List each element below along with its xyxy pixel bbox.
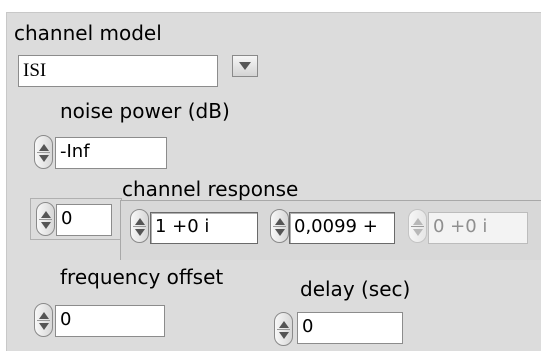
increment-arrow-icon xyxy=(39,312,49,319)
noise-power-input[interactable]: -Inf xyxy=(55,137,167,169)
channel-response-element-3: 0 +0 i xyxy=(428,212,528,244)
frequency-offset-label: frequency offset xyxy=(60,265,224,289)
increment-arrow-icon xyxy=(41,211,51,218)
chevron-down-icon xyxy=(239,62,251,70)
increment-arrow-icon xyxy=(279,321,289,328)
channel-model-select[interactable]: ISI xyxy=(18,55,218,87)
array-index-input[interactable]: 0 xyxy=(56,204,112,236)
frequency-offset-input[interactable]: 0 xyxy=(55,305,165,337)
channel-response-element-1-stepper[interactable] xyxy=(130,209,149,243)
decrement-arrow-icon xyxy=(41,222,51,229)
increment-arrow-icon xyxy=(135,218,145,225)
channel-model-dropdown-button[interactable] xyxy=(232,55,258,77)
increment-arrow-icon xyxy=(275,218,285,225)
channel-response-element-3-stepper xyxy=(408,209,427,243)
frequency-offset-stepper[interactable] xyxy=(34,303,53,337)
decrement-arrow-icon xyxy=(275,229,285,236)
delay-label: delay (sec) xyxy=(300,277,411,301)
decrement-arrow-icon xyxy=(413,229,423,236)
array-index-stepper[interactable] xyxy=(36,202,55,236)
channel-response-label: channel response xyxy=(122,177,299,201)
decrement-arrow-icon xyxy=(135,229,145,236)
decrement-arrow-icon xyxy=(39,323,49,330)
channel-response-element-2[interactable]: 0,0099 + xyxy=(289,212,395,244)
decrement-arrow-icon xyxy=(279,332,289,339)
increment-arrow-icon xyxy=(413,218,423,225)
channel-response-element-2-stepper[interactable] xyxy=(270,209,289,243)
noise-power-label: noise power (dB) xyxy=(60,99,230,123)
decrement-arrow-icon xyxy=(39,155,49,162)
delay-stepper[interactable] xyxy=(274,312,293,346)
delay-input[interactable]: 0 xyxy=(297,312,403,344)
channel-response-element-1[interactable]: 1 +0 i xyxy=(150,212,258,244)
noise-power-stepper[interactable] xyxy=(34,135,53,169)
channel-model-label: channel model xyxy=(14,21,162,45)
increment-arrow-icon xyxy=(39,144,49,151)
